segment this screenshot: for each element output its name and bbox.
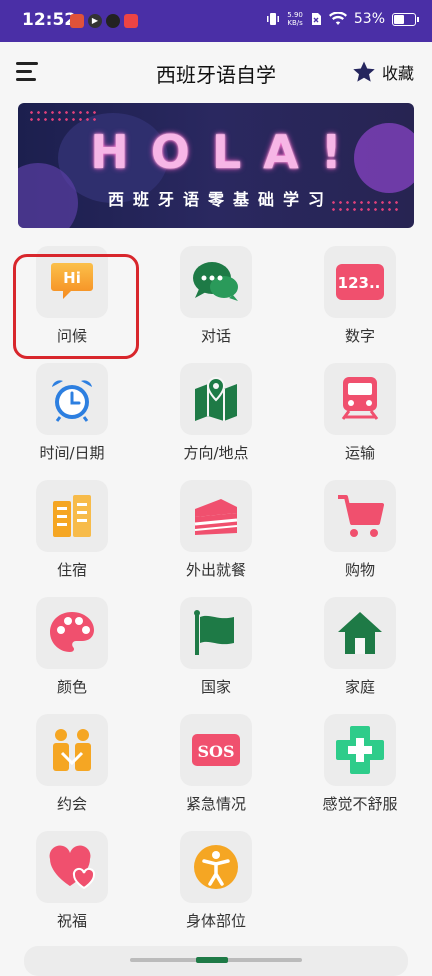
vibrate-icon	[267, 13, 280, 25]
palette-icon	[50, 612, 94, 652]
category-colors[interactable]: 颜色	[12, 597, 132, 707]
category-label: 数字	[344, 327, 375, 345]
medical-cross-icon	[336, 726, 384, 774]
status-right: 5.90 KB/s 53%	[266, 11, 419, 27]
category-tile	[36, 363, 108, 435]
category-label: 购物	[344, 561, 375, 579]
banner-headline: HOLA!	[90, 125, 364, 179]
chat-bubbles-icon	[193, 262, 238, 301]
category-transport[interactable]: 运输	[300, 363, 420, 473]
category-time-date[interactable]: 时间/日期	[12, 363, 132, 473]
app-notification-icon	[124, 14, 138, 28]
buildings-icon	[53, 495, 91, 537]
category-body-parts[interactable]: 身体部位	[156, 831, 276, 941]
category-directions[interactable]: 方向/地点	[156, 363, 276, 473]
net-speed-unit: KB/s	[287, 19, 303, 27]
category-label: 方向/地点	[183, 444, 249, 462]
person-body-icon	[194, 845, 238, 889]
favorites-label: 收藏	[381, 64, 414, 83]
selection-highlight	[13, 254, 139, 359]
category-tile: SOS	[180, 714, 252, 786]
category-tile	[324, 480, 396, 552]
category-tile	[324, 597, 396, 669]
home-indicator-active	[196, 957, 228, 963]
favorites-button[interactable]: 收藏	[352, 60, 414, 84]
category-label: 对话	[200, 327, 231, 345]
cake-icon	[194, 499, 238, 535]
category-tile	[324, 714, 396, 786]
category-dining[interactable]: 外出就餐	[156, 480, 276, 590]
banner[interactable]: HOLA! 西班牙语零基础学习	[18, 103, 414, 228]
house-icon	[338, 612, 382, 654]
map-location-icon	[195, 376, 237, 421]
category-label: 家庭	[344, 678, 375, 696]
category-family[interactable]: 家庭	[300, 597, 420, 707]
app-notification-icon	[106, 14, 120, 28]
status-time: 12:52	[22, 10, 77, 30]
category-label: 紧急情况	[185, 795, 246, 813]
category-label: 外出就餐	[185, 561, 246, 579]
notification-icons: ▶	[70, 14, 138, 28]
shopping-cart-icon	[338, 495, 384, 537]
hearts-icon	[49, 845, 96, 890]
category-label: 住宿	[56, 561, 87, 579]
category-label: 时间/日期	[39, 444, 105, 462]
category-shopping[interactable]: 购物	[300, 480, 420, 590]
banner-dots	[28, 109, 98, 123]
category-tile	[180, 246, 252, 318]
category-feeling-unwell[interactable]: 感觉不舒服	[300, 714, 420, 824]
category-label: 祝福	[56, 912, 87, 930]
category-tile	[180, 831, 252, 903]
category-label: 身体部位	[185, 912, 246, 930]
category-tile	[36, 597, 108, 669]
category-accommodation[interactable]: 住宿	[12, 480, 132, 590]
status-bar: 12:52 ▶ 5.90 KB/s 53%	[0, 0, 432, 42]
alarm-clock-icon	[52, 380, 92, 422]
header: 西班牙语自学 收藏	[0, 42, 432, 104]
category-tile	[180, 597, 252, 669]
battery-icon	[392, 12, 419, 26]
category-blessings[interactable]: 祝福	[12, 831, 132, 941]
app-notification-icon	[70, 14, 84, 28]
sim-off-icon	[311, 13, 321, 25]
category-emergency[interactable]: SOS 紧急情况	[156, 714, 276, 824]
category-tile	[180, 480, 252, 552]
category-label: 感觉不舒服	[322, 795, 398, 813]
wifi-icon	[328, 12, 347, 25]
play-icon: ▶	[88, 14, 102, 28]
flag-icon	[194, 610, 234, 655]
banner-subtitle: 西班牙语零基础学习	[107, 190, 333, 209]
category-tile	[36, 831, 108, 903]
category-label: 运输	[344, 444, 375, 462]
category-tile	[324, 363, 396, 435]
category-tile	[180, 363, 252, 435]
category-numbers[interactable]: 123.. 数字	[300, 246, 420, 356]
category-label: 国家	[200, 678, 231, 696]
star-icon	[353, 61, 375, 82]
train-icon	[341, 377, 379, 420]
battery-percent: 53%	[353, 11, 385, 27]
category-countries[interactable]: 国家	[156, 597, 276, 707]
category-label: 颜色	[56, 678, 87, 696]
category-label: 约会	[56, 795, 87, 813]
category-tile	[36, 714, 108, 786]
numbers-123-icon: 123..	[336, 264, 384, 300]
svg-text:123..: 123..	[338, 274, 381, 292]
net-speed-value: 5.90	[287, 11, 303, 19]
category-dialogue[interactable]: 对话	[156, 246, 276, 356]
couple-icon	[53, 729, 91, 771]
category-dating[interactable]: 约会	[12, 714, 132, 824]
category-tile: 123..	[324, 246, 396, 318]
sos-icon: SOS	[192, 734, 240, 766]
network-speed: 5.90 KB/s	[287, 11, 303, 27]
category-tile	[36, 480, 108, 552]
svg-text:SOS: SOS	[197, 742, 234, 761]
